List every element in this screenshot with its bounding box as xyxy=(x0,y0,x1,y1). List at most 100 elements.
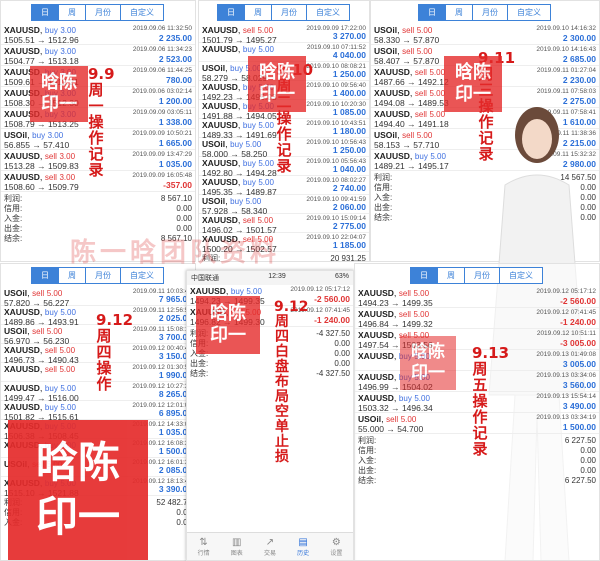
trade-row[interactable]: XAUUSD, buy 5.00 1495.35 → 1489.87 2019.09… xyxy=(199,176,369,197)
trade-date: 2019.09.09 16:05:48 xyxy=(132,172,192,179)
trade-date: 2019.09.10 14:16:43 xyxy=(536,46,596,53)
trade-lots: 5.00 xyxy=(414,394,430,403)
trade-symbol: USOil xyxy=(374,46,398,56)
nav-chart[interactable]: ▥ 图表 xyxy=(231,537,243,557)
trade-profit: 2 300.00 xyxy=(562,33,596,43)
trade-lots: 5.00 xyxy=(400,415,417,424)
trade-symbol: XAUUSD xyxy=(202,177,238,187)
tab-day[interactable]: 日 xyxy=(31,267,59,284)
trade-lots: 5.00 xyxy=(60,384,76,393)
tab-custom[interactable]: 自定义 xyxy=(306,4,350,21)
trade-profit: 2 235.00 xyxy=(158,33,192,43)
trade-row[interactable]: XAUUSD, sell 5.00 1496.02 → 1501.57 2019.0… xyxy=(199,214,369,235)
trade-lots: 5.00 xyxy=(59,365,76,374)
nav-quotes[interactable]: ⇅ 行情 xyxy=(198,537,210,557)
clock: 12:39 xyxy=(268,273,286,280)
trade-profit: -2 560.00 xyxy=(560,296,596,306)
tab-custom[interactable]: 自定义 xyxy=(507,4,551,21)
trade-date: 2019.09.09 03:05:11 xyxy=(132,109,192,116)
period-tabs: 日 周 月份 自定义 xyxy=(371,1,599,24)
summary-value: 0.00 xyxy=(580,446,596,455)
trade-symbol: XAUUSD xyxy=(4,46,40,56)
summary-value: 20 931.25 xyxy=(330,254,366,262)
trade-symbol: XAUUSD xyxy=(374,88,410,98)
tab-week[interactable]: 周 xyxy=(58,4,86,21)
label-thursday: 9.12周四操作 xyxy=(96,311,133,393)
trade-symbol: XAUUSD xyxy=(374,67,410,77)
nav-history-label: 历史 xyxy=(297,550,310,557)
status-bar: 中国联通 12:39 63% xyxy=(187,271,353,285)
trade-row[interactable]: XAUUSD, buy 3.00 1504.77 → 1513.18 2019.09… xyxy=(1,45,195,66)
stamp-line-2: 印一 xyxy=(411,363,445,383)
tab-day[interactable]: 日 xyxy=(418,4,446,21)
trade-side: sell xyxy=(32,289,45,298)
nav-history[interactable]: ▤ 历史 xyxy=(297,537,309,557)
summary-label: 出金: xyxy=(374,203,393,212)
seal-stamp: 晗陈 印一 xyxy=(248,56,306,112)
tab-day[interactable]: 日 xyxy=(31,4,59,21)
summary-label: 入金: xyxy=(358,456,377,465)
trade-symbol: USOil xyxy=(4,326,28,336)
summary-row: 出金: 0.00 xyxy=(358,466,596,476)
trade-lots: 5.00 xyxy=(429,68,446,77)
tab-day[interactable]: 日 xyxy=(217,4,245,21)
trade-symbol: XAUUSD xyxy=(4,364,40,374)
summary-label: 利润: xyxy=(358,436,377,445)
trade-row[interactable]: XAUUSD, sell 5.00 1496.84 → 1499.32 2019.0… xyxy=(355,308,599,329)
trade-symbol: XAUUSD xyxy=(358,309,394,319)
tab-week[interactable]: 周 xyxy=(437,267,465,284)
trade-symbol: USOil xyxy=(374,130,398,140)
summary-label: 信用: xyxy=(4,204,23,213)
tab-custom[interactable]: 自定义 xyxy=(499,267,543,284)
trade-side: sell xyxy=(414,89,427,98)
trade-side: sell xyxy=(414,110,427,119)
trade-side: buy xyxy=(230,197,244,206)
nav-settings[interactable]: ⚙ 设置 xyxy=(330,537,342,557)
trade-row[interactable]: USOil, sell 5.00 57.820 → 56.227 2019.09.1… xyxy=(1,287,195,308)
trade-date: 2019.09.06 11:32:50 xyxy=(132,25,192,32)
tab-day[interactable]: 日 xyxy=(410,267,438,284)
tab-month[interactable]: 月份 xyxy=(464,267,500,284)
battery-level: 63% xyxy=(334,273,349,280)
trade-row[interactable]: XAUUSD, sell 5.00 1494.23 → 1499.35 2019.0… xyxy=(355,287,599,308)
tab-week[interactable]: 周 xyxy=(58,267,86,284)
summary-value: 6 227.50 xyxy=(564,476,596,485)
trade-lots: 5.00 xyxy=(413,289,430,298)
trade-date: 2019.09.09 10:50:21 xyxy=(132,130,192,137)
tab-custom[interactable]: 自定义 xyxy=(120,267,164,284)
trade-lots: 3.00 xyxy=(47,131,64,140)
nav-quotes-label: 行情 xyxy=(197,550,210,557)
seal-stamp: 晗陈 印一 xyxy=(400,336,456,390)
tab-custom[interactable]: 自定义 xyxy=(120,4,164,21)
trade-side: buy xyxy=(242,45,256,54)
trade-lots: 5.00 xyxy=(416,26,433,35)
trade-row[interactable]: XAUUSD, sell 5.00 1501.79 → 1495.27 2019.0… xyxy=(199,24,369,45)
trade-lots: 5.00 xyxy=(413,310,430,319)
tab-week[interactable]: 周 xyxy=(445,4,473,21)
trade-profit: 1 400.00 xyxy=(332,88,366,98)
trade-symbol: XAUUSD xyxy=(358,372,394,382)
trade-row[interactable]: XAUUSD, buy 5.00 1501.82 → 1515.61 2019.09… xyxy=(1,401,195,422)
trade-symbol: XAUUSD xyxy=(374,151,410,161)
trend-icon: ↗ xyxy=(265,536,275,548)
trade-symbol: USOil xyxy=(202,196,226,206)
trade-profit: 1 035.00 xyxy=(158,159,192,169)
nav-trade[interactable]: ↗ 交易 xyxy=(264,537,276,557)
trade-date: 2019.09.12 07:41:45 xyxy=(536,309,596,316)
trade-lots: 5.00 xyxy=(60,308,76,317)
trade-row[interactable]: USOil, buy 5.00 57.928 → 58.340 2019.09.10… xyxy=(199,195,369,216)
summary-row: 出金: 0.00 xyxy=(190,359,350,369)
tab-month[interactable]: 月份 xyxy=(472,4,508,21)
trade-row[interactable]: USOil, sell 5.00 58.330 → 57.870 2019.09.1… xyxy=(371,24,599,45)
summary-value: 0.00 xyxy=(580,456,596,465)
trade-symbol: USOil xyxy=(202,139,226,149)
tab-month[interactable]: 月份 xyxy=(271,4,307,21)
trade-side: buy xyxy=(44,47,58,56)
tab-week[interactable]: 周 xyxy=(244,4,272,21)
trade-profit: 1 085.00 xyxy=(332,107,366,117)
tab-month[interactable]: 月份 xyxy=(85,4,121,21)
carrier-name: 中国联通 xyxy=(191,275,219,282)
tab-month[interactable]: 月份 xyxy=(85,267,121,284)
trade-row[interactable]: XAUUSD, buy 3.00 1505.51 → 1512.96 2019.09… xyxy=(1,24,195,45)
trade-date: 2019.09.06 03:02:14 xyxy=(132,88,192,95)
